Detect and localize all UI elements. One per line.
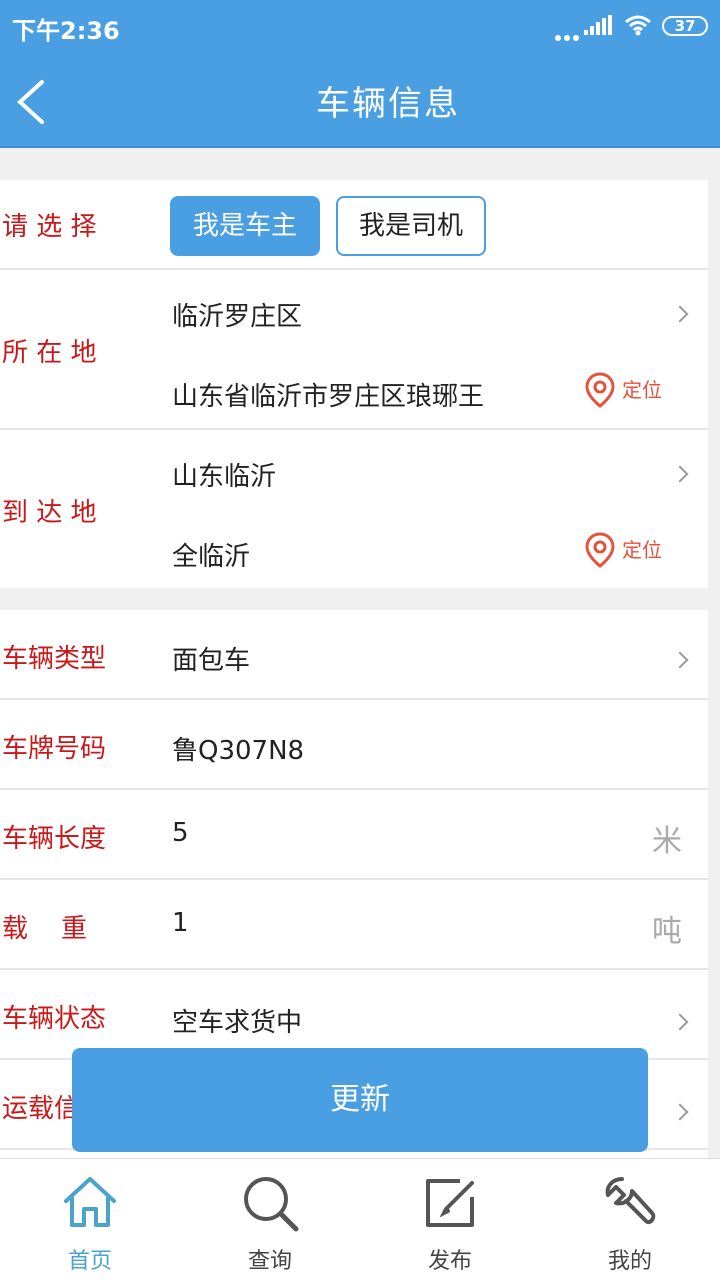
status-time: 下午2:36 [12, 17, 120, 45]
vehicle-status-row[interactable]: 车辆状态 空车求货中 [0, 970, 708, 1060]
origin-address[interactable]: 山东省临沂市罗庄区琅琊王 [172, 376, 494, 413]
origin-locate-label: 定位 [622, 378, 662, 402]
page-title: 车辆信息 [316, 84, 460, 124]
destination-address[interactable]: 全临沂 [172, 536, 250, 573]
tab-publish[interactable]: 发布 [390, 1159, 510, 1280]
origin-row[interactable]: 所 在 地 临沂罗庄区 山东省临沂市罗庄区琅琊王 定位 [0, 270, 708, 430]
length-row[interactable]: 车辆长度 5 米 [0, 790, 708, 880]
role-label: 请 选 择 [2, 212, 97, 242]
vehicle-type-row[interactable]: 车辆类型 面包车 [0, 610, 708, 700]
tab-home-label: 首页 [67, 1249, 112, 1274]
destination-label: 到 达 地 [2, 498, 97, 528]
destination-city[interactable]: 山东临沂 [172, 456, 276, 493]
home-icon [64, 1177, 116, 1227]
length-unit: 米 [652, 824, 682, 859]
status-bar: 下午2:36 37 [0, 0, 720, 50]
signal-icon [584, 15, 612, 35]
more-dots-icon [555, 26, 582, 45]
battery-icon: 37 [662, 16, 708, 36]
vehicle-status-value[interactable]: 空车求货中 [172, 1002, 302, 1039]
plate-row[interactable]: 车牌号码 鲁Q307N8 [0, 700, 708, 790]
driver-button[interactable]: 我是司机 [336, 196, 486, 256]
tab-search[interactable]: 查询 [210, 1159, 330, 1280]
destination-locate-label: 定位 [622, 538, 662, 562]
tab-search-label: 查询 [247, 1249, 292, 1274]
tab-bar: 首页 查询 发布 我的 [0, 1158, 720, 1280]
destination-row[interactable]: 到 达 地 山东临沂 全临沂 定位 [0, 430, 708, 588]
wrench-icon [605, 1177, 656, 1224]
plate-label: 车牌号码 [2, 734, 107, 764]
nav-bar: 车辆信息 [0, 50, 720, 148]
chevron-right-icon [671, 1103, 689, 1121]
tab-home[interactable]: 首页 [30, 1159, 150, 1280]
owner-button[interactable]: 我是车主 [170, 196, 320, 256]
chevron-right-icon [671, 651, 689, 669]
chevron-right-icon [671, 305, 689, 323]
origin-locate-button[interactable]: 定位 [585, 372, 685, 412]
transport-label: 运载信 [2, 1094, 81, 1124]
update-button[interactable]: 更新 [72, 1048, 648, 1152]
location-pin-icon [585, 372, 615, 408]
role-row: 请 选 择 我是车主 我是司机 [0, 180, 708, 270]
load-unit: 吨 [652, 914, 682, 949]
load-input[interactable]: 1 [172, 908, 189, 938]
chevron-right-icon [671, 465, 689, 483]
plate-input[interactable]: 鲁Q307N8 [172, 730, 304, 767]
origin-city[interactable]: 临沂罗庄区 [172, 296, 302, 333]
origin-label: 所 在 地 [2, 338, 97, 368]
length-input[interactable]: 5 [172, 818, 189, 848]
vehicle-type-label: 车辆类型 [2, 644, 107, 674]
load-row[interactable]: 载 重 1 吨 [0, 880, 708, 970]
search-icon [244, 1177, 299, 1232]
vehicle-type-value[interactable]: 面包车 [172, 640, 250, 677]
tab-mine-label: 我的 [607, 1249, 652, 1274]
tab-publish-label: 发布 [427, 1249, 472, 1274]
location-panel: 请 选 择 我是车主 我是司机 所 在 地 临沂罗庄区 山东省临沂市罗庄区琅琊王… [0, 180, 708, 588]
length-label: 车辆长度 [2, 824, 107, 854]
vehicle-status-label: 车辆状态 [2, 1004, 107, 1034]
destination-locate-button[interactable]: 定位 [585, 532, 685, 572]
tab-mine[interactable]: 我的 [570, 1159, 690, 1280]
location-pin-icon [585, 532, 615, 568]
load-label: 载 重 [2, 914, 88, 944]
chevron-right-icon [671, 1013, 689, 1031]
wifi-icon [625, 15, 651, 36]
edit-icon [426, 1179, 474, 1227]
